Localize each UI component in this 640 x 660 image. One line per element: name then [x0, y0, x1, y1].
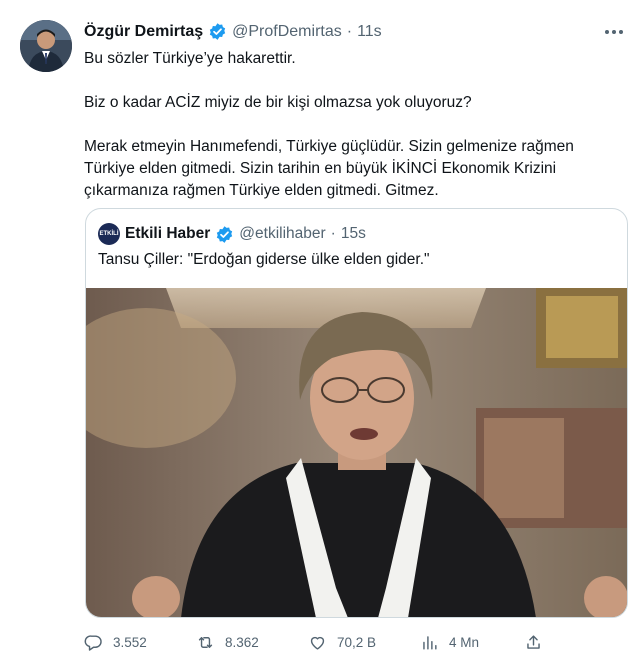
- quoted-tweet-header: ETKİLİ Etkili Haber @etkilihaber · 15s: [98, 223, 366, 245]
- share-icon: [527, 634, 540, 649]
- reply-button[interactable]: 3.552: [84, 628, 147, 656]
- retweet-button[interactable]: 8.362: [196, 628, 259, 656]
- action-bar: 3.552 8.362 70,2 B 4 Mn: [84, 628, 554, 656]
- reply-icon: [84, 634, 102, 651]
- quoted-time[interactable]: 15s: [341, 225, 366, 243]
- verified-badge-icon: [215, 225, 234, 244]
- tweet-header: Özgür Demirtaş @ProfDemirtas · 11s: [84, 22, 382, 41]
- tweet-paragraph: Biz o kadar ACİZ miyiz de bir kişi olmaz…: [84, 94, 472, 111]
- tweet-paragraph: Bu sözler Türkiye’ye hakarettir.: [84, 50, 296, 67]
- quoted-handle[interactable]: @etkilihaber: [239, 225, 325, 243]
- reply-count: 3.552: [113, 634, 147, 650]
- quoted-tweet[interactable]: ETKİLİ Etkili Haber @etkilihaber · 15s T…: [85, 208, 628, 618]
- tweet-text: Bu sözler Türkiye’ye hakarettir. Biz o k…: [84, 48, 624, 202]
- separator-dot: ·: [346, 22, 353, 40]
- author-handle[interactable]: @ProfDemirtas: [232, 23, 342, 41]
- author-name[interactable]: Özgür Demirtaş: [84, 23, 203, 41]
- like-icon: [310, 636, 325, 650]
- separator-dot: ·: [330, 225, 336, 242]
- like-button[interactable]: 70,2 B: [308, 628, 376, 656]
- verified-badge-icon: [208, 22, 227, 41]
- quoted-author-name[interactable]: Etkili Haber: [125, 225, 210, 243]
- quoted-photo[interactable]: [86, 288, 627, 617]
- tweet-paragraph: Merak etmeyin Hanımefendi, Türkiye güçlü…: [84, 138, 574, 199]
- retweet-count: 8.362: [225, 634, 259, 650]
- tweet-time[interactable]: 11s: [357, 23, 382, 41]
- like-count: 70,2 B: [337, 634, 377, 650]
- quoted-text: Tansu Çiller: "Erdoğan giderse ülke elde…: [98, 251, 430, 268]
- quoted-avatar[interactable]: ETKİLİ: [98, 223, 120, 245]
- author-avatar[interactable]: [20, 20, 72, 72]
- views-count: 4 Mn: [449, 634, 480, 650]
- views-button[interactable]: 4 Mn: [420, 628, 479, 656]
- more-icon[interactable]: [602, 22, 626, 42]
- retweet-icon: [198, 636, 213, 648]
- share-button[interactable]: [524, 628, 543, 656]
- views-icon: [423, 635, 437, 650]
